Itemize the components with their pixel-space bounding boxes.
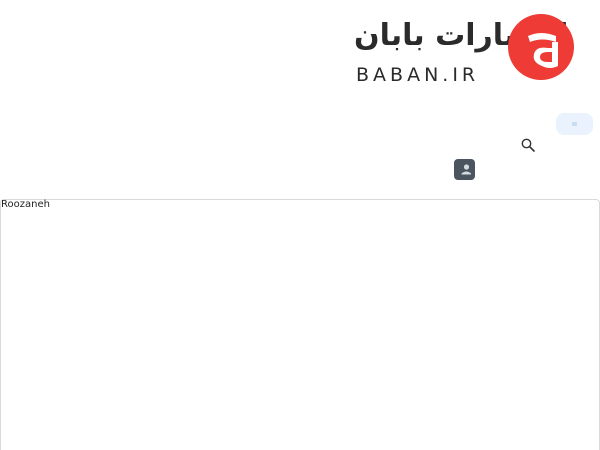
account-button[interactable] bbox=[454, 159, 475, 180]
menu-icon bbox=[572, 122, 577, 126]
search-icon[interactable] bbox=[521, 138, 535, 152]
user-icon bbox=[461, 164, 471, 175]
content-frame bbox=[0, 199, 600, 450]
site-logo[interactable]: انتشارات بابان BABAN.IR bbox=[352, 12, 578, 86]
logo-title-en: BABAN.IR bbox=[356, 64, 480, 86]
frame-title: Roozaneh bbox=[1, 199, 50, 210]
logo-mark-icon bbox=[508, 14, 574, 80]
menu-button[interactable] bbox=[556, 113, 593, 135]
page: انتشارات بابان BABAN.IR Roozaneh bbox=[0, 0, 600, 450]
